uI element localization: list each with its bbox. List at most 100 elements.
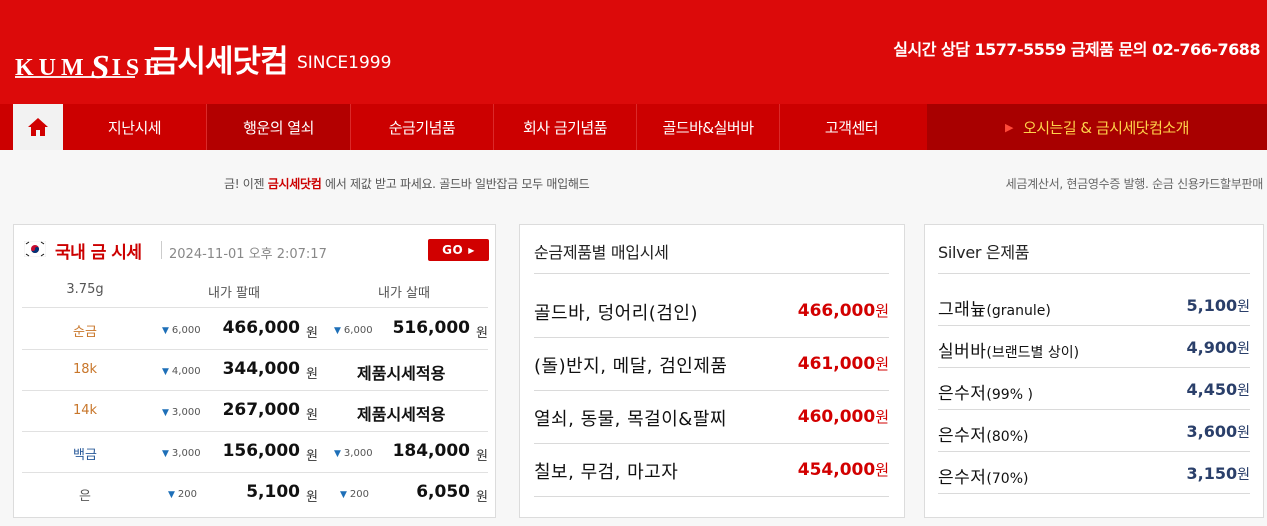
product-price-value: 466,000 [797, 301, 876, 321]
price-unit: 원 [476, 449, 488, 464]
down-arrow-icon: ▼ [162, 367, 169, 377]
product-price-value: 3,150 [1186, 464, 1238, 483]
sell-price: 5,100 [246, 482, 300, 502]
price-unit: 원 [306, 449, 318, 464]
home-icon [28, 118, 48, 136]
col-header-sell: 내가 팔때 [208, 286, 260, 301]
product-name: 골드바, 덩어리(검인) [534, 303, 698, 324]
list-item: 은수저(99% ) 4,450원 [938, 369, 1250, 410]
sell-change-value: 4,000 [171, 366, 201, 377]
product-price: 3,150원 [1187, 464, 1251, 484]
domestic-panel-title: 국내 금 시세 [55, 243, 142, 263]
table-row-14k: 14k ▼ 3,000 267,000 원 제품시세적용 [22, 391, 488, 432]
buy-change: ▼ 6,000 [334, 325, 373, 336]
notice-left[interactable]: 금! 이젠 금시세닷컴 에서 제값 받고 파세요. 골드바 일반잡금 모두 매입… [224, 175, 590, 192]
list-item: 골드바, 덩어리(검인) 466,000원 [534, 285, 889, 338]
sell-change: ▼ 3,000 [162, 448, 201, 459]
korea-flag-icon [24, 241, 46, 257]
product-name: 은수저(99% ) [938, 379, 1033, 404]
product-name-main: 실버바 [938, 342, 987, 362]
sell-change: ▼ 200 [168, 489, 197, 500]
product-name-sub: (브랜드별 상이) [986, 345, 1080, 361]
nav-home-button[interactable] [13, 104, 63, 150]
product-name-main: 은수저 [938, 384, 987, 404]
nav-item-company-gold-souvenir[interactable]: 회사 금기념품 [494, 104, 636, 150]
sell-change-value: 3,000 [171, 448, 201, 459]
table-row-pure-gold: 순금 ▼ 6,000 466,000 원 ▼ 6,000 516,000 원 [22, 309, 488, 350]
pure-gold-panel-title: 순금제품별 매입시세 [534, 243, 669, 262]
buy-price: 184,000 [392, 441, 470, 461]
product-price-apply: 제품시세적용 [357, 405, 446, 424]
panel-divider [534, 273, 889, 274]
sell-price: 466,000 [222, 318, 300, 338]
price-unit: 원 [875, 355, 889, 373]
nav-item-gold-silver-bar[interactable]: 골드바&실버바 [637, 104, 779, 150]
down-arrow-icon: ▼ [340, 490, 347, 500]
nav-item-pure-gold-souvenir[interactable]: 순금기념품 [351, 104, 493, 150]
page: KUMSISE 금시세닷컴 SINCE1999 실시간 상담 1577-5559… [0, 0, 1267, 526]
pure-gold-product-panel: 순금제품별 매입시세 골드바, 덩어리(검인) 466,000원 (돌)반지, … [519, 224, 905, 518]
table-row-platinum: 백금 ▼ 3,000 156,000 원 ▼ 3,000 184,000 원 [22, 432, 488, 473]
nav-promo-directions[interactable]: ▶ 오시는길 & 금시세닷컴소개 [927, 104, 1267, 150]
list-item: 열쇠, 동물, 목걸이&팔찌 460,000원 [534, 391, 889, 444]
product-name-sub: (granule) [986, 303, 1051, 319]
price-unit: 원 [306, 408, 318, 423]
product-price-value: 454,000 [797, 460, 876, 480]
logo-english[interactable]: KUMSISE [15, 46, 165, 86]
down-arrow-icon: ▼ [162, 449, 169, 459]
notice-right: 세금계산서, 현금영수증 발행. 순금 신용카드할부판매 [1005, 177, 1264, 191]
list-item: 은수저(80%) 3,600원 [938, 411, 1250, 452]
down-arrow-icon: ▼ [168, 490, 175, 500]
product-price: 3,600원 [1187, 422, 1251, 442]
sell-price: 267,000 [222, 400, 300, 420]
product-name: (돌)반지, 메달, 검인제품 [534, 356, 728, 377]
price-unit: 원 [306, 326, 318, 341]
price-unit: 원 [1237, 341, 1250, 357]
product-name-main: 그래늎 [938, 300, 987, 320]
down-arrow-icon: ▼ [334, 449, 341, 459]
product-name: 그래늎(granule) [938, 295, 1051, 320]
product-name-sub: (99% ) [986, 387, 1033, 403]
logo-korean[interactable]: 금시세닷컴 [150, 36, 289, 81]
product-price-apply: 제품시세적용 [357, 364, 446, 383]
product-price: 461,000원 [798, 353, 889, 374]
product-name-main: 은수저 [938, 426, 987, 446]
product-price: 460,000원 [798, 406, 889, 427]
buy-price: 6,050 [416, 482, 470, 502]
sell-change: ▼ 3,000 [162, 407, 201, 418]
notice-left-suffix: 에서 제값 받고 파세요. 골드바 일반잡금 모두 매입해드 [321, 177, 590, 191]
notice-left-prefix: 금! 이젠 [224, 177, 268, 191]
header-contact: 실시간 상담 1577-5559 금제품 문의 02-766-7688 [893, 40, 1260, 59]
sell-price: 344,000 [222, 359, 300, 379]
silver-panel-title: Silver 은제품 [938, 243, 1030, 262]
buy-change-value: 6,000 [343, 325, 373, 336]
price-unit: 원 [875, 408, 889, 426]
price-unit: 원 [1237, 299, 1250, 315]
list-item: 은수저(70%) 3,150원 [938, 453, 1250, 494]
caret-right-icon: ▶ [468, 245, 475, 255]
go-button-label: GO [442, 243, 464, 257]
buy-change: ▼ 200 [340, 489, 369, 500]
nav-item-customer-center[interactable]: 고객센터 [780, 104, 923, 150]
go-button[interactable]: GO ▶ [428, 239, 489, 261]
price-unit: 원 [1237, 383, 1250, 399]
product-price-value: 460,000 [797, 407, 876, 427]
product-price: 466,000원 [798, 300, 889, 321]
logo-en-mark: S [90, 49, 110, 86]
product-name: 은수저(80%) [938, 421, 1028, 446]
product-price-value: 3,600 [1186, 422, 1238, 441]
product-price-value: 4,450 [1186, 380, 1238, 399]
table-row-silver: 은 ▼ 200 5,100 원 ▼ 200 6,050 원 [22, 473, 488, 514]
product-name: 칠보, 무검, 마고자 [534, 462, 679, 483]
product-name: 열쇠, 동물, 목걸이&팔찌 [534, 409, 727, 430]
sell-change: ▼ 6,000 [162, 325, 201, 336]
nav-item-history[interactable]: 지난시세 [63, 104, 206, 150]
product-name: 은수저(70%) [938, 463, 1028, 488]
nav-item-lucky-key[interactable]: 행운의 열쇠 [207, 104, 350, 150]
product-name-main: 은수저 [938, 468, 987, 488]
sell-price: 156,000 [222, 441, 300, 461]
play-arrow-icon: ▶ [1004, 120, 1013, 134]
sell-change-value: 200 [177, 489, 198, 500]
down-arrow-icon: ▼ [162, 408, 169, 418]
buy-change-value: 3,000 [343, 448, 373, 459]
